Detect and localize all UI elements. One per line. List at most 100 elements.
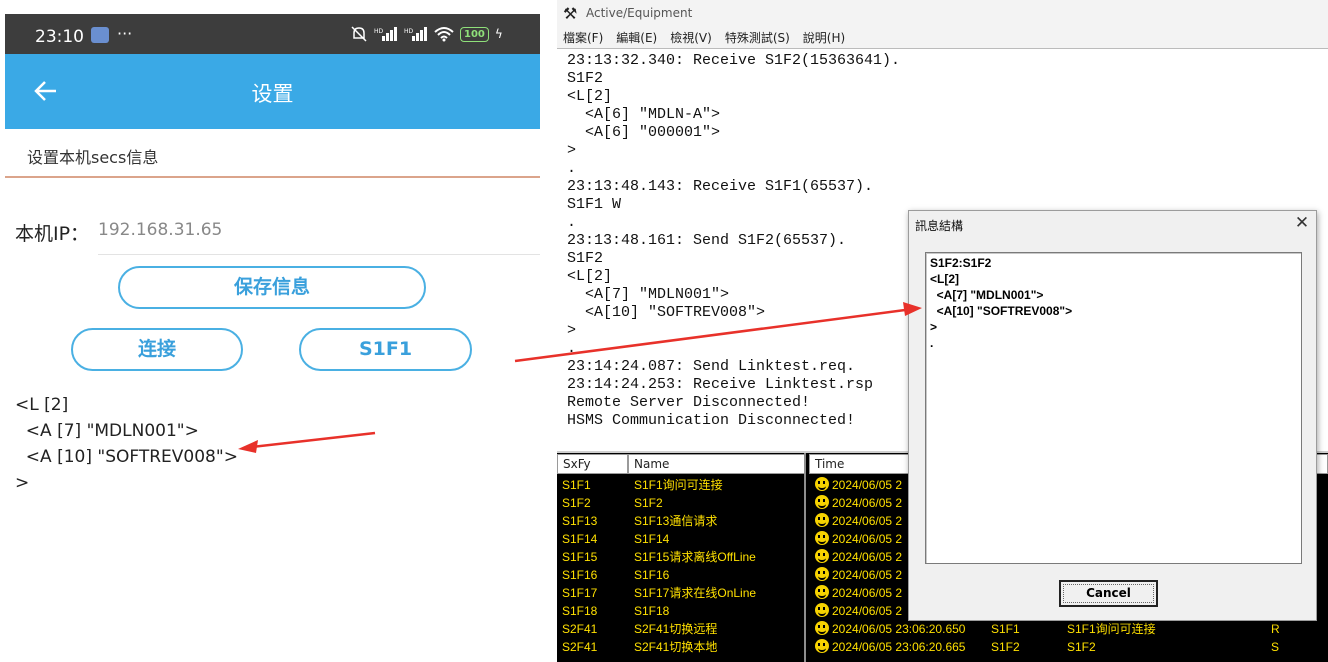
sxfy-cell: S1F15	[562, 550, 598, 564]
column-header-name[interactable]: Name	[628, 454, 804, 474]
smiley-icon	[815, 621, 829, 635]
log-line: HSMS Communication Disconnected!	[567, 412, 856, 429]
dialog-title: 訊息結構	[915, 219, 964, 233]
structure-line: <A[7] "MDLN001">	[930, 288, 1044, 302]
more-notifications-icon: ···	[117, 24, 133, 43]
sxfy-cell: S1F16	[562, 568, 598, 582]
time-cell: 2024/06/05 2	[815, 530, 902, 548]
sxfy-table: SxFy Name S1F1 S1F1询问可连接 S1F2 S1F2 S1F13 S1…	[557, 453, 806, 662]
sxfy-cell: S1F1	[562, 478, 591, 492]
name-cell: S2F41切换本地	[634, 640, 718, 654]
smiley-icon	[815, 639, 829, 653]
s1f1-button[interactable]: S1F1	[299, 328, 472, 371]
name-cell: S1F16	[634, 568, 670, 582]
message-structure-textbox[interactable]: S1F2:S1F2 <L[2] <A[7] "MDLN001"> <A[10] …	[925, 252, 1302, 564]
time-text: 2024/06/05 2	[832, 550, 903, 564]
smiley-icon	[815, 549, 829, 563]
close-icon[interactable]: ✕	[1293, 214, 1311, 232]
structure-line: <A[10] "SOFTREV008">	[930, 304, 1073, 318]
time-cell: 2024/06/05 2	[815, 476, 902, 494]
time-text: 2024/06/05 2	[832, 514, 903, 528]
cancel-button[interactable]: Cancel	[1059, 580, 1158, 607]
table-row[interactable]: S1F18 S1F18	[557, 602, 804, 620]
table-row[interactable]: S1F2 S1F2	[557, 494, 804, 512]
name-cell: S1F1询问可连接	[1067, 622, 1156, 636]
log-line: 23:13:48.143: Receive S1F1(65537).	[567, 178, 874, 195]
time-cell: 2024/06/05 23:06:20.650	[815, 620, 965, 638]
smiley-icon	[815, 603, 829, 617]
result-line: <A [10] "SOFTREV008">	[15, 447, 238, 467]
time-text: 2024/06/05 2	[832, 478, 903, 492]
column-header-sxfy[interactable]: SxFy	[557, 454, 628, 474]
smiley-icon	[815, 585, 829, 599]
direction-cell: S	[1271, 640, 1280, 654]
signal-hd-2-icon: HD	[404, 27, 427, 41]
result-line: <L [2]	[15, 395, 69, 415]
log-line: .	[567, 340, 577, 357]
table-row[interactable]: 2024/06/05 23:06:20.665 S1F2 S1F2 S	[809, 638, 1328, 656]
name-cell: S1F13通信请求	[634, 514, 718, 528]
table-row[interactable]: S1F14 S1F14	[557, 530, 804, 548]
log-line: <A[10] "SOFTREV008">	[567, 304, 766, 321]
log-line: >	[567, 142, 577, 159]
sxfy-cell: S1F2	[991, 640, 1020, 654]
table-row[interactable]: S1F16 S1F16	[557, 566, 804, 584]
structure-line: .	[930, 336, 934, 350]
table-row[interactable]: 2024/06/05 23:06:20.650 S1F1 S1F1询问可连接 R	[809, 620, 1328, 638]
app-bar: 设置	[5, 54, 540, 129]
connect-button[interactable]: 连接	[71, 328, 243, 371]
table-row[interactable]: S2F41 S2F41切换本地	[557, 638, 804, 656]
svg-text:HD: HD	[374, 28, 384, 35]
sxfy-cell: S1F17	[562, 586, 598, 600]
log-line: <L[2]	[567, 268, 613, 285]
ip-input[interactable]: 192.168.31.65	[98, 220, 222, 240]
menu-special-test[interactable]: 特殊測試(S)	[725, 28, 790, 48]
smiley-icon	[815, 567, 829, 581]
log-line: .	[567, 160, 577, 177]
signal-hd-icon: HD	[374, 27, 397, 41]
result-line: >	[15, 473, 30, 493]
time-cell: 2024/06/05 2	[815, 584, 902, 602]
structure-line: S1F2:S1F2	[930, 256, 992, 270]
status-bar: 23:10 ··· HD HD 100 ϟ	[5, 14, 540, 54]
table-row[interactable]: S1F13 S1F13通信请求	[557, 512, 804, 530]
log-line: S1F2	[567, 250, 604, 267]
name-cell: S1F1询问可连接	[634, 478, 723, 492]
log-line: <A[7] "MDLN001">	[567, 286, 730, 303]
sxfy-cell: S1F14	[562, 532, 598, 546]
name-cell: S2F41切换远程	[634, 622, 718, 636]
menu-edit[interactable]: 編輯(E)	[616, 28, 657, 48]
window-title: Active/Equipment	[586, 6, 693, 20]
sxfy-cell: S2F41	[562, 640, 598, 654]
log-line: 23:13:48.161: Send S1F2(65537).	[567, 232, 847, 249]
table-row[interactable]: S1F15 S1F15请求离线OffLine	[557, 548, 804, 566]
save-info-button[interactable]: 保存信息	[118, 266, 426, 309]
sxfy-cell: S1F18	[562, 604, 598, 618]
menu-view[interactable]: 檢視(V)	[670, 28, 712, 48]
time-text: 2024/06/05 2	[832, 532, 903, 546]
log-line: <L[2]	[567, 88, 613, 105]
log-line: S1F2	[567, 70, 604, 87]
time-text: 2024/06/05 2	[832, 586, 903, 600]
time-text: 2024/06/05 23:06:20.665	[832, 640, 966, 654]
table-row[interactable]: S2F41 S2F41切换远程	[557, 620, 804, 638]
result-line: <A [7] "MDLN001">	[15, 421, 199, 441]
name-cell: S1F2	[634, 496, 663, 510]
menu-help[interactable]: 說明(H)	[803, 28, 845, 48]
page-title: 设置	[251, 82, 294, 106]
name-cell: S1F17请求在线OnLine	[634, 586, 757, 600]
sxfy-cell: S1F1	[991, 622, 1020, 636]
table-row[interactable]: S1F17 S1F17请求在线OnLine	[557, 584, 804, 602]
status-icons: HD HD 100 ϟ	[350, 26, 503, 42]
section-label: 设置本机secs信息	[27, 148, 159, 167]
table-row[interactable]: S1F1 S1F1询问可连接	[557, 476, 804, 494]
battery-icon: 100	[460, 26, 489, 42]
log-line: <A[6] "000001">	[567, 124, 721, 141]
time-cell: 2024/06/05 2	[815, 566, 902, 584]
smiley-icon	[815, 531, 829, 545]
time-text: 2024/06/05 2	[832, 604, 903, 618]
menu-file[interactable]: 檔案(F)	[563, 28, 603, 48]
time-text: 2024/06/05 2	[832, 568, 903, 582]
sxfy-cell: S2F41	[562, 622, 598, 636]
smiley-icon	[815, 495, 829, 509]
